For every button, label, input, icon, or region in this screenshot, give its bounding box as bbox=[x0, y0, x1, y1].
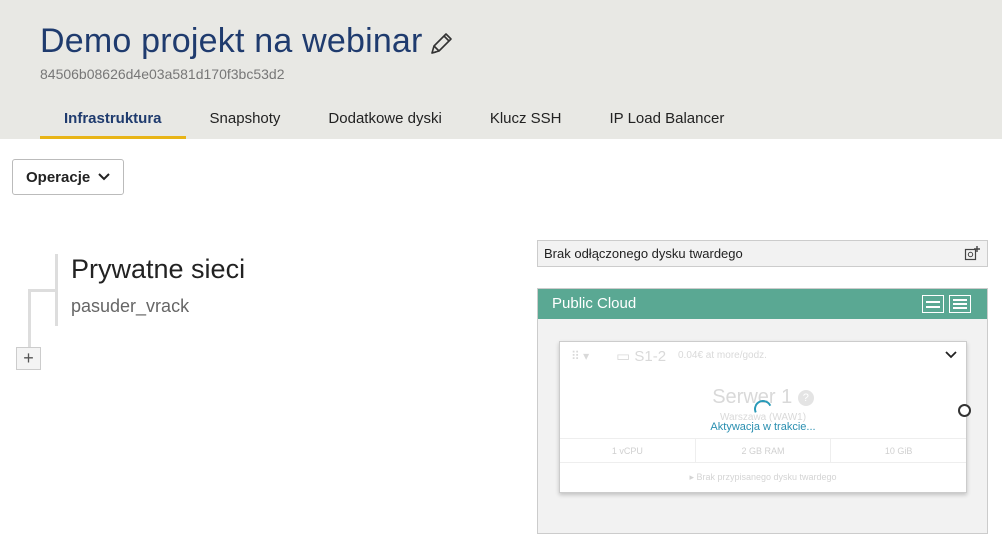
chevron-down-icon bbox=[98, 173, 110, 181]
vrack-name: pasuder_vrack bbox=[71, 296, 190, 316]
detached-disk-bar: Brak odłączonego dysku twardego bbox=[537, 240, 988, 267]
chevron-down-icon[interactable] bbox=[944, 348, 958, 362]
project-header: Demo projekt na webinar 84506b08626d4e03… bbox=[0, 0, 1002, 139]
server-card[interactable]: ⠿ ▾ ▭ S1-2 0.04€ at more/godz. Serwer 1 … bbox=[559, 341, 967, 493]
public-cloud-panel: Public Cloud ⠿ ▾ ▭ S1-2 0.04€ at more/go… bbox=[537, 288, 988, 534]
help-icon: ? bbox=[797, 389, 814, 406]
network-connector-line bbox=[55, 254, 58, 326]
tab-infrastruktura[interactable]: Infrastruktura bbox=[40, 104, 186, 139]
compact-view-icon[interactable] bbox=[922, 295, 944, 313]
network-link-handle[interactable] bbox=[958, 404, 971, 417]
list-view-icon[interactable] bbox=[949, 295, 971, 313]
project-id: 84506b08626d4e03a581d170f3bc53d2 bbox=[40, 66, 285, 82]
add-disk-icon[interactable] bbox=[964, 245, 981, 262]
public-cloud-title: Public Cloud bbox=[552, 295, 637, 312]
spec-disk: 10 GiB bbox=[884, 446, 913, 456]
operations-dropdown-button[interactable]: Operacje bbox=[12, 159, 124, 195]
server-flavor: ▭ S1-2 bbox=[616, 348, 667, 365]
drag-handle-icon[interactable]: ⠿ ▾ bbox=[571, 349, 589, 363]
activation-status: Aktywacja w trakcie... bbox=[710, 421, 816, 433]
pencil-icon[interactable] bbox=[427, 30, 455, 58]
tab-ip-load-balancer[interactable]: IP Load Balancer bbox=[586, 104, 749, 139]
monitor-icon: ▭ bbox=[616, 348, 631, 365]
tab-dodatkowe-dyski[interactable]: Dodatkowe dyski bbox=[304, 104, 465, 139]
tab-bar: Infrastruktura Snapshoty Dodatkowe dyski… bbox=[40, 104, 748, 139]
add-network-button[interactable]: + bbox=[16, 347, 41, 370]
tab-klucz-ssh[interactable]: Klucz SSH bbox=[466, 104, 586, 139]
network-connector-line bbox=[28, 289, 31, 347]
no-disk-label: ▸ Brak przypisanego dysku twardego bbox=[689, 472, 837, 482]
detached-disk-label: Brak odłączonego dysku twardego bbox=[544, 246, 743, 261]
spec-cpu: 1 vCPU bbox=[560, 439, 696, 462]
tab-snapshoty[interactable]: Snapshoty bbox=[186, 104, 305, 139]
project-title: Demo projekt na webinar bbox=[40, 22, 423, 60]
operations-label: Operacje bbox=[26, 168, 91, 186]
public-cloud-header: Public Cloud bbox=[538, 289, 987, 319]
server-specs: 1 vCPU 2 GB RAM 10 GiB bbox=[560, 438, 966, 463]
spec-ram: 2 GB RAM bbox=[696, 439, 832, 462]
private-networks-title: Prywatne sieci bbox=[71, 254, 246, 284]
network-connector-line bbox=[28, 289, 55, 292]
server-price: 0.04€ at more/godz. bbox=[678, 350, 767, 361]
